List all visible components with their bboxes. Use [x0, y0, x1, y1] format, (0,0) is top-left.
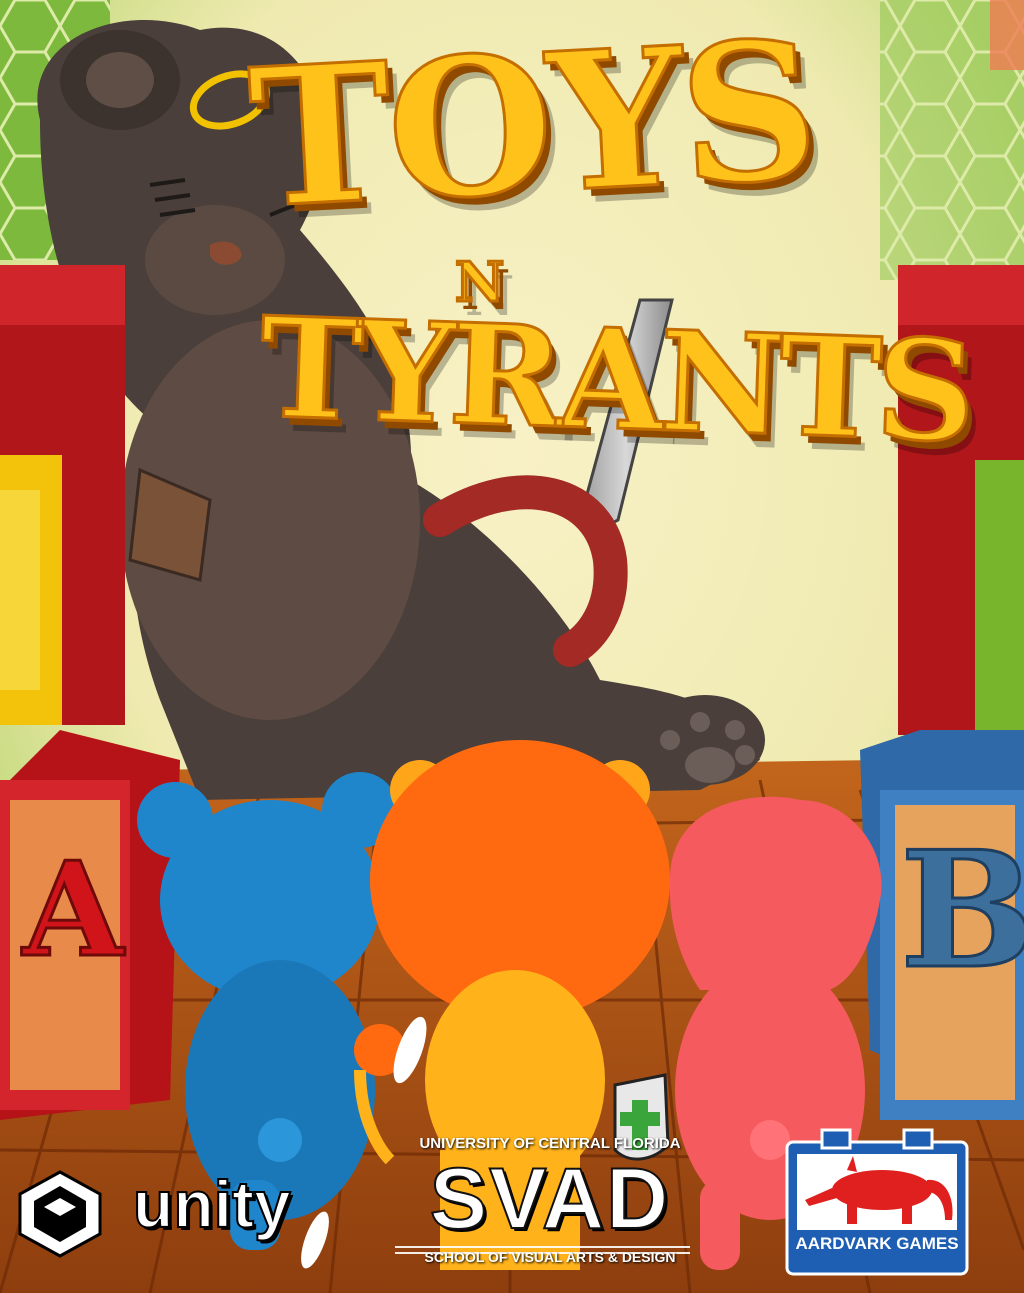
title-word-toys: TOYS	[243, 0, 821, 252]
aardvark-games-logo: AARDVARK GAMES	[787, 1130, 967, 1270]
game-cover-art: TOYS N TYRANTS A B unity UNIVERSITY OF C…	[0, 0, 1024, 1293]
title-word-tyrants: TYRANTS	[256, 284, 974, 475]
aardvark-games-wordmark: AARDVARK GAMES	[795, 1234, 959, 1253]
svad-wordmark: SVAD	[429, 1150, 671, 1248]
block-letter-a: A	[21, 833, 125, 986]
svad-university-line: UNIVERSITY OF CENTRAL FLORIDA	[419, 1135, 681, 1152]
svad-school-line: SCHOOL OF VISUAL ARTS & DESIGN	[424, 1249, 676, 1265]
unity-logo: unity	[18, 1160, 308, 1250]
unity-wordmark: unity	[132, 1166, 292, 1242]
game-title-logo: TOYS N TYRANTS	[220, 0, 974, 500]
block-letter-b: B	[899, 815, 1024, 1006]
svad-logo: UNIVERSITY OF CENTRAL FLORIDA SVAD SCHOO…	[380, 1135, 720, 1275]
